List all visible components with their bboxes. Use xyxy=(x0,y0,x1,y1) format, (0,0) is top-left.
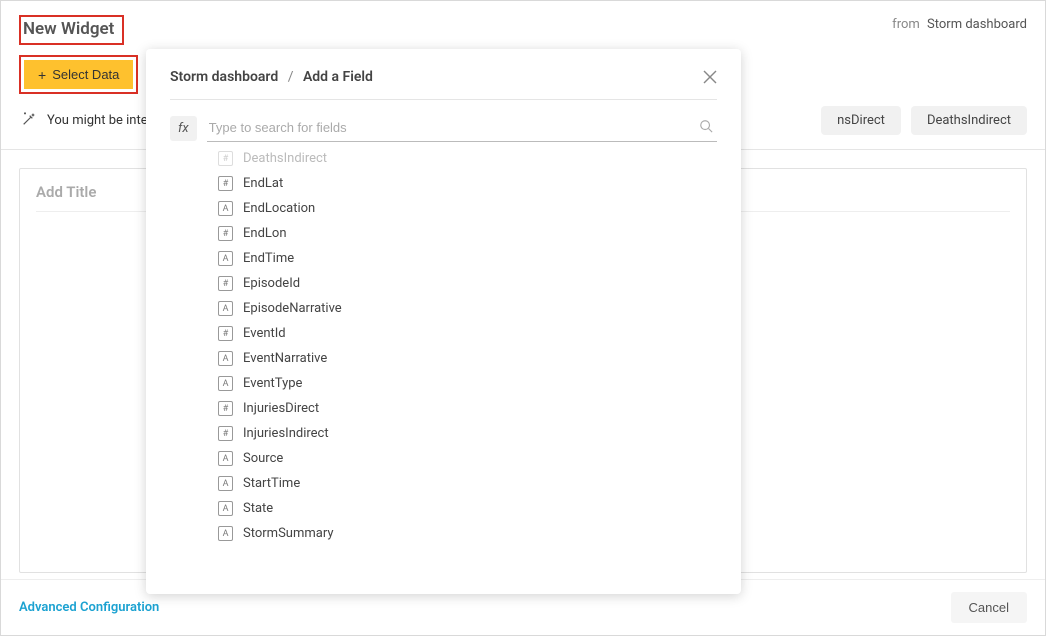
plus-icon: + xyxy=(38,68,46,82)
field-item[interactable]: A Source xyxy=(218,446,717,471)
field-item[interactable]: A EventNarrative xyxy=(218,346,717,371)
field-name: EndLat xyxy=(243,176,283,191)
field-item[interactable]: A State xyxy=(218,496,717,521)
field-name: EndLocation xyxy=(243,201,315,216)
field-name: EndLon xyxy=(243,226,287,241)
text-type-icon: A xyxy=(218,476,233,491)
text-type-icon: A xyxy=(218,451,233,466)
field-name: StartTime xyxy=(243,476,300,491)
field-name: EndTime xyxy=(243,251,294,266)
formula-button[interactable]: fx xyxy=(170,116,197,141)
field-item[interactable]: A EndLocation xyxy=(218,196,717,221)
text-type-icon: A xyxy=(218,501,233,516)
field-name: Source xyxy=(243,451,283,466)
field-name: EpisodeNarrative xyxy=(243,301,342,316)
breadcrumb-root[interactable]: Storm dashboard xyxy=(170,69,278,85)
field-name: State xyxy=(243,501,273,516)
text-type-icon: A xyxy=(218,351,233,366)
field-name: InjuriesIndirect xyxy=(243,426,329,441)
advanced-configuration-link[interactable]: Advanced Configuration xyxy=(19,600,159,615)
field-item[interactable]: # EndLon xyxy=(218,221,717,246)
field-item[interactable]: A EventType xyxy=(218,371,717,396)
text-type-icon: A xyxy=(218,201,233,216)
field-name: StormSummary xyxy=(243,526,334,541)
text-type-icon: A xyxy=(218,301,233,316)
field-name: DeathsIndirect xyxy=(243,151,327,166)
cancel-button[interactable]: Cancel xyxy=(951,592,1027,623)
field-item[interactable]: A EndTime xyxy=(218,246,717,271)
text-type-icon: A xyxy=(218,376,233,391)
field-item[interactable]: A EpisodeNarrative xyxy=(218,296,717,321)
text-type-icon: A xyxy=(218,526,233,541)
field-item[interactable]: # DeathsIndirect xyxy=(218,148,717,171)
suggest-text: You might be inte xyxy=(47,113,148,128)
field-name: EventId xyxy=(243,326,286,341)
search-icon xyxy=(699,119,713,133)
numeric-type-icon: # xyxy=(218,151,233,166)
suggestion-chip[interactable]: nsDirect xyxy=(821,106,901,135)
dashboard-source-label: from Storm dashboard xyxy=(892,17,1027,32)
select-data-highlight: + Select Data xyxy=(19,55,138,94)
select-data-button[interactable]: + Select Data xyxy=(24,60,133,89)
field-item[interactable]: # InjuriesDirect xyxy=(218,396,717,421)
numeric-type-icon: # xyxy=(218,401,233,416)
field-item[interactable]: # EndLat xyxy=(218,171,717,196)
field-item[interactable]: # EventId xyxy=(218,321,717,346)
page-title-highlight: New Widget xyxy=(19,15,124,45)
field-name: InjuriesDirect xyxy=(243,401,319,416)
numeric-type-icon: # xyxy=(218,426,233,441)
numeric-type-icon: # xyxy=(218,326,233,341)
close-icon[interactable] xyxy=(703,70,717,84)
text-type-icon: A xyxy=(218,251,233,266)
numeric-type-icon: # xyxy=(218,276,233,291)
field-name: EventNarrative xyxy=(243,351,327,366)
page-title: New Widget xyxy=(23,19,114,39)
field-item[interactable]: A StormSummary xyxy=(218,521,717,546)
field-name: EpisodeId xyxy=(243,276,300,291)
numeric-type-icon: # xyxy=(218,226,233,241)
field-item[interactable]: # InjuriesIndirect xyxy=(218,421,717,446)
field-name: EventType xyxy=(243,376,302,391)
field-search-input[interactable] xyxy=(207,114,717,141)
add-field-popover: Storm dashboard / Add a Field fx # Deaths… xyxy=(146,49,741,594)
breadcrumb: Storm dashboard / Add a Field xyxy=(170,69,373,85)
numeric-type-icon: # xyxy=(218,176,233,191)
suggestion-chip[interactable]: DeathsIndirect xyxy=(911,106,1027,135)
wand-icon xyxy=(21,111,37,131)
field-item[interactable]: A StartTime xyxy=(218,471,717,496)
breadcrumb-leaf: Add a Field xyxy=(303,69,373,85)
field-item[interactable]: # EpisodeId xyxy=(218,271,717,296)
